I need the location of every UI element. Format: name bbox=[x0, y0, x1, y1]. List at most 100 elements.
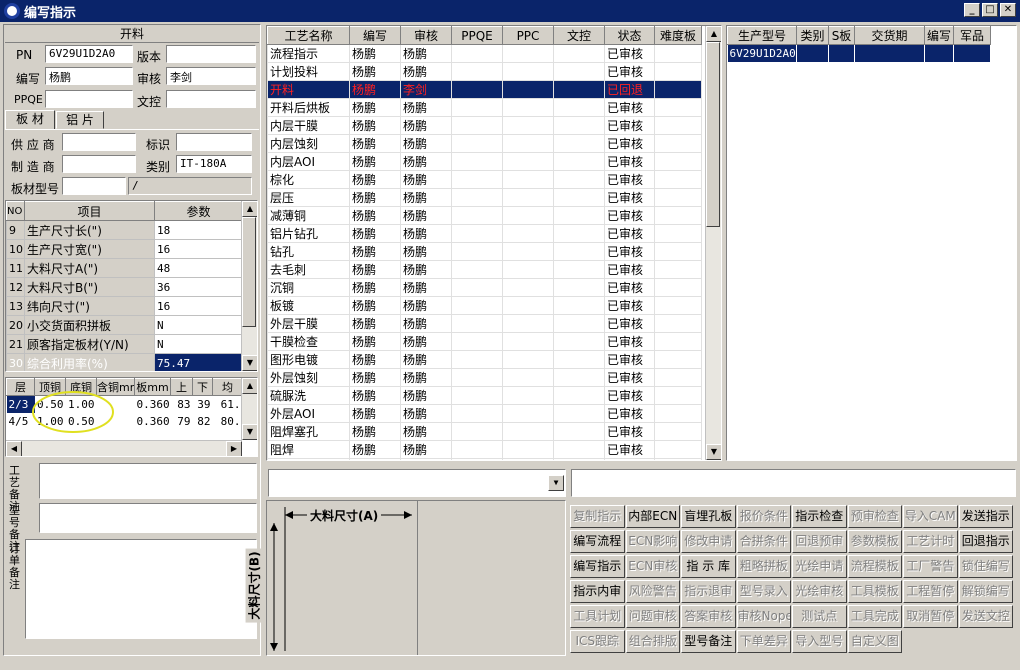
action-button[interactable]: ICS跟踪 bbox=[570, 630, 625, 653]
process-scrollbar[interactable]: ▲ ▼ bbox=[705, 26, 721, 460]
params-header-item[interactable]: 项目 bbox=[24, 201, 155, 221]
action-button[interactable]: 盲埋孔板 bbox=[681, 505, 736, 528]
action-button[interactable]: 发送文控 bbox=[958, 605, 1013, 628]
params-row[interactable]: 30 综合利用率(%) 75.47 bbox=[6, 353, 243, 371]
layer-header[interactable]: 均 bbox=[212, 378, 243, 396]
action-button[interactable]: 导入型号 bbox=[792, 630, 847, 653]
process-row[interactable]: 内层干膜 杨鹏 杨鹏 已审核 bbox=[267, 116, 702, 135]
scroll-left-icon[interactable]: ◀ bbox=[6, 441, 22, 456]
model-row[interactable]: 6V29U1D2A0 bbox=[727, 44, 991, 62]
process-row[interactable]: 计划投料 杨鹏 杨鹏 已审核 bbox=[267, 62, 702, 81]
process-row[interactable]: 沉铜 杨鹏 杨鹏 已审核 bbox=[267, 278, 702, 297]
action-button[interactable]: 复制指示 bbox=[570, 505, 625, 528]
action-button[interactable]: 指示内审 bbox=[570, 580, 625, 603]
scroll-up-icon[interactable]: ▲ bbox=[242, 201, 257, 217]
action-button[interactable]: 型号备注 bbox=[681, 630, 736, 653]
params-row[interactable]: 11 大料尺寸A(") 48 bbox=[6, 258, 243, 278]
model-header[interactable]: 交货期 bbox=[854, 26, 925, 45]
process-row[interactable]: 硫脲洗 杨鹏 杨鹏 已审核 bbox=[267, 386, 702, 405]
minimize-button[interactable]: _ bbox=[964, 3, 980, 17]
action-button[interactable]: 修改申请 bbox=[681, 530, 736, 553]
model-header[interactable]: 生产型号 bbox=[727, 26, 797, 45]
process-header[interactable]: 文控 bbox=[553, 26, 605, 45]
action-button[interactable]: 编写指示 bbox=[570, 555, 625, 578]
params-row[interactable]: 13 纬向尺寸(") 16 bbox=[6, 296, 243, 316]
action-button[interactable]: 审核Nope bbox=[736, 605, 791, 628]
version-field[interactable] bbox=[166, 45, 256, 63]
action-button[interactable]: 指 示 库 bbox=[681, 555, 736, 578]
model-header[interactable]: 军品 bbox=[953, 26, 991, 45]
process-row[interactable]: 减薄铜 杨鹏 杨鹏 已审核 bbox=[267, 206, 702, 225]
close-button[interactable]: ✕ bbox=[1000, 3, 1016, 17]
process-combo[interactable]: ▼ bbox=[268, 469, 566, 497]
process-header[interactable]: PPQE bbox=[451, 26, 503, 45]
process-row[interactable]: 阻焊检查杨鹏杨鹏已审核 bbox=[267, 458, 702, 460]
wenkong-field[interactable] bbox=[166, 90, 256, 108]
action-button[interactable]: 取消暂停 bbox=[903, 605, 958, 628]
process-row[interactable]: 铝片钻孔 杨鹏 杨鹏 已审核 bbox=[267, 224, 702, 243]
model-note-field[interactable] bbox=[39, 503, 257, 533]
process-header[interactable]: PPC bbox=[502, 26, 554, 45]
scroll-right-icon[interactable]: ▶ bbox=[226, 441, 242, 456]
class-field[interactable]: IT-180A bbox=[176, 155, 252, 173]
process-row[interactable]: 层压 杨鹏 杨鹏 已审核 bbox=[267, 188, 702, 207]
action-button[interactable]: 解锁编写 bbox=[958, 580, 1013, 603]
process-header[interactable]: 审核 bbox=[400, 26, 452, 45]
tab-board[interactable]: 板 材 bbox=[5, 110, 55, 130]
params-scrollbar[interactable]: ▲ ▼ bbox=[241, 201, 257, 371]
params-row[interactable]: 21 顾客指定板材(Y/N) N bbox=[6, 334, 243, 354]
action-button[interactable]: 合拼条件 bbox=[736, 530, 791, 553]
action-button[interactable]: 回退指示 bbox=[958, 530, 1013, 553]
action-button[interactable]: 组合排版 bbox=[625, 630, 680, 653]
writer-field[interactable]: 杨鹏 bbox=[45, 67, 133, 85]
params-row[interactable]: 20 小交货面积拼板 N bbox=[6, 315, 243, 335]
action-button[interactable]: 答案审核 bbox=[681, 605, 736, 628]
action-button[interactable]: 报价条件 bbox=[736, 505, 791, 528]
layer-header[interactable]: 上 bbox=[170, 378, 193, 396]
process-row[interactable]: 阻焊塞孔 杨鹏 杨鹏 已审核 bbox=[267, 422, 702, 441]
process-row[interactable]: 开料 杨鹏 李剑 已回退 bbox=[267, 80, 702, 99]
layer-hscrollbar[interactable]: ◀ ▶ bbox=[6, 440, 242, 456]
action-button[interactable]: 下单差异 bbox=[736, 630, 791, 653]
process-row[interactable]: 阻焊 杨鹏 杨鹏 已审核 bbox=[267, 440, 702, 459]
scroll-thumb[interactable] bbox=[242, 217, 256, 327]
params-row[interactable]: 12 大料尺寸B(") 36 bbox=[6, 277, 243, 297]
ppqe-field[interactable] bbox=[45, 90, 133, 108]
scroll-down-icon[interactable]: ▼ bbox=[242, 424, 257, 440]
action-button[interactable]: 导入CAM bbox=[903, 505, 958, 528]
process-row[interactable]: 图形电镀 杨鹏 杨鹏 已审核 bbox=[267, 350, 702, 369]
process-row[interactable]: 板镀 杨鹏 杨鹏 已审核 bbox=[267, 296, 702, 315]
action-button[interactable]: ECN审核 bbox=[625, 555, 680, 578]
process-row[interactable]: 棕化 杨鹏 杨鹏 已审核 bbox=[267, 170, 702, 189]
action-button[interactable]: 风险警告 bbox=[625, 580, 680, 603]
action-button[interactable]: 参数模板 bbox=[847, 530, 902, 553]
process-row[interactable]: 开料后烘板 杨鹏 杨鹏 已审核 bbox=[267, 98, 702, 117]
maker-field[interactable] bbox=[62, 155, 136, 173]
scroll-down-icon[interactable]: ▼ bbox=[242, 355, 257, 371]
process-row[interactable]: 干膜检查 杨鹏 杨鹏 已审核 bbox=[267, 332, 702, 351]
scroll-thumb[interactable] bbox=[706, 42, 720, 227]
process-row[interactable]: 去毛刺 杨鹏 杨鹏 已审核 bbox=[267, 260, 702, 279]
action-button[interactable]: 工厂警告 bbox=[903, 555, 958, 578]
action-button[interactable]: 指示检查 bbox=[792, 505, 847, 528]
supplier-field[interactable] bbox=[62, 133, 136, 151]
action-button[interactable]: ECN影响 bbox=[625, 530, 680, 553]
layer-header[interactable]: 下 bbox=[192, 378, 213, 396]
layer-scrollbar[interactable]: ▲ ▼ bbox=[241, 378, 257, 440]
chevron-down-icon[interactable]: ▼ bbox=[548, 475, 564, 491]
action-button[interactable]: 自定义图 bbox=[847, 630, 902, 653]
model-header[interactable]: 编写 bbox=[924, 26, 954, 45]
action-button[interactable]: 锁住编写 bbox=[958, 555, 1013, 578]
action-button[interactable]: 工程暂停 bbox=[903, 580, 958, 603]
command-input[interactable] bbox=[571, 469, 1016, 497]
process-row[interactable]: 外层蚀刻 杨鹏 杨鹏 已审核 bbox=[267, 368, 702, 387]
params-row[interactable]: 10 生产尺寸宽(") 16 bbox=[6, 239, 243, 259]
process-header[interactable]: 难度板 bbox=[654, 26, 702, 45]
scroll-down-icon[interactable]: ▼ bbox=[706, 444, 721, 460]
action-button[interactable]: 测试点 bbox=[792, 605, 847, 628]
order-note-field[interactable] bbox=[25, 539, 257, 639]
action-button[interactable]: 工具模板 bbox=[847, 580, 902, 603]
mark-field[interactable] bbox=[176, 133, 252, 151]
action-button[interactable]: 光绘申请 bbox=[792, 555, 847, 578]
process-note-field[interactable] bbox=[39, 463, 257, 499]
